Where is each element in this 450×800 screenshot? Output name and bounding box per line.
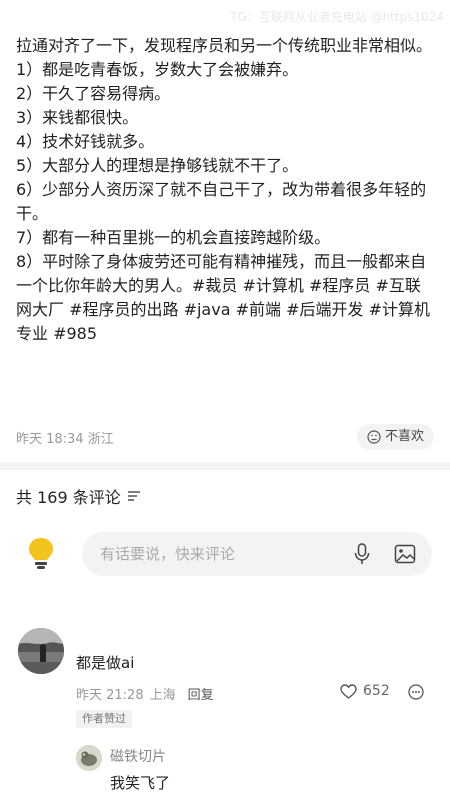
like-count: 652 <box>363 683 390 699</box>
watermark: TG：互联网从业者充电站 @https1024 <box>230 10 444 24</box>
comment-time: 昨天 21:28 <box>76 688 144 703</box>
sad-face-icon <box>367 430 381 444</box>
image-icon[interactable] <box>394 543 416 565</box>
section-divider <box>0 462 450 470</box>
heart-icon <box>340 683 357 699</box>
reply-avatar[interactable] <box>76 745 102 771</box>
post-line: 8）平时除了身体疲劳还可能有精神摧残，而且一般都来自一个比你年龄大的男人。#裁员… <box>16 252 430 343</box>
dislike-button[interactable]: 不喜欢 <box>356 424 434 450</box>
comment-meta: 昨天 21:28 上海 回复 <box>76 684 214 703</box>
comments-count: 共 169 条评论 <box>16 488 121 507</box>
avatar-image <box>18 628 64 674</box>
microphone-icon[interactable] <box>354 543 370 565</box>
post-line: 2）干久了容易得病。 <box>16 84 171 103</box>
comments-header[interactable]: 共 169 条评论 <box>16 484 141 508</box>
dislike-label: 不喜欢 <box>384 429 424 444</box>
comment-box[interactable] <box>82 532 432 576</box>
comment-location: 上海 <box>149 688 176 703</box>
more-options-icon[interactable] <box>408 684 424 700</box>
post-time: 昨天 18:34 浙江 <box>16 432 114 447</box>
lightbulb-icon[interactable] <box>26 536 56 572</box>
post-line: 1）都是吃青春饭，岁数大了会被嫌弃。 <box>16 60 299 79</box>
post-line: 6）少部分人资历深了就不自己干了，改为带着很多年轻的干。 <box>16 180 427 223</box>
reply-text: 我笑飞了 <box>110 774 171 792</box>
post-line: 7）都有一种百里挑一的机会直接跨越阶级。 <box>16 228 331 247</box>
author-liked-badge: 作者赞过 <box>76 710 132 728</box>
post-line: 3）来钱都很快。 <box>16 108 139 127</box>
avatar-image <box>76 745 102 771</box>
post-meta: 昨天 18:34 浙江 不喜欢 <box>16 424 434 450</box>
sort-icon[interactable] <box>127 490 141 502</box>
comment-text: 都是做ai <box>76 654 135 672</box>
post-line: 拉通对齐了一下，发现程序员和另一个传统职业非常相似。 <box>16 36 433 55</box>
post-line: 5）大部分人的理想是挣够钱就不干了。 <box>16 156 299 175</box>
reply-button[interactable]: 回复 <box>188 684 214 703</box>
comment-input[interactable] <box>100 532 330 576</box>
post-line: 4）技术好钱就多。 <box>16 132 155 151</box>
post-body: 拉通对齐了一下，发现程序员和另一个传统职业非常相似。 1）都是吃青春饭，岁数大了… <box>16 34 436 346</box>
like-button[interactable]: 652 <box>340 683 390 699</box>
reply-author[interactable]: 磁铁切片 <box>110 746 166 766</box>
commenter-avatar[interactable] <box>18 628 64 674</box>
